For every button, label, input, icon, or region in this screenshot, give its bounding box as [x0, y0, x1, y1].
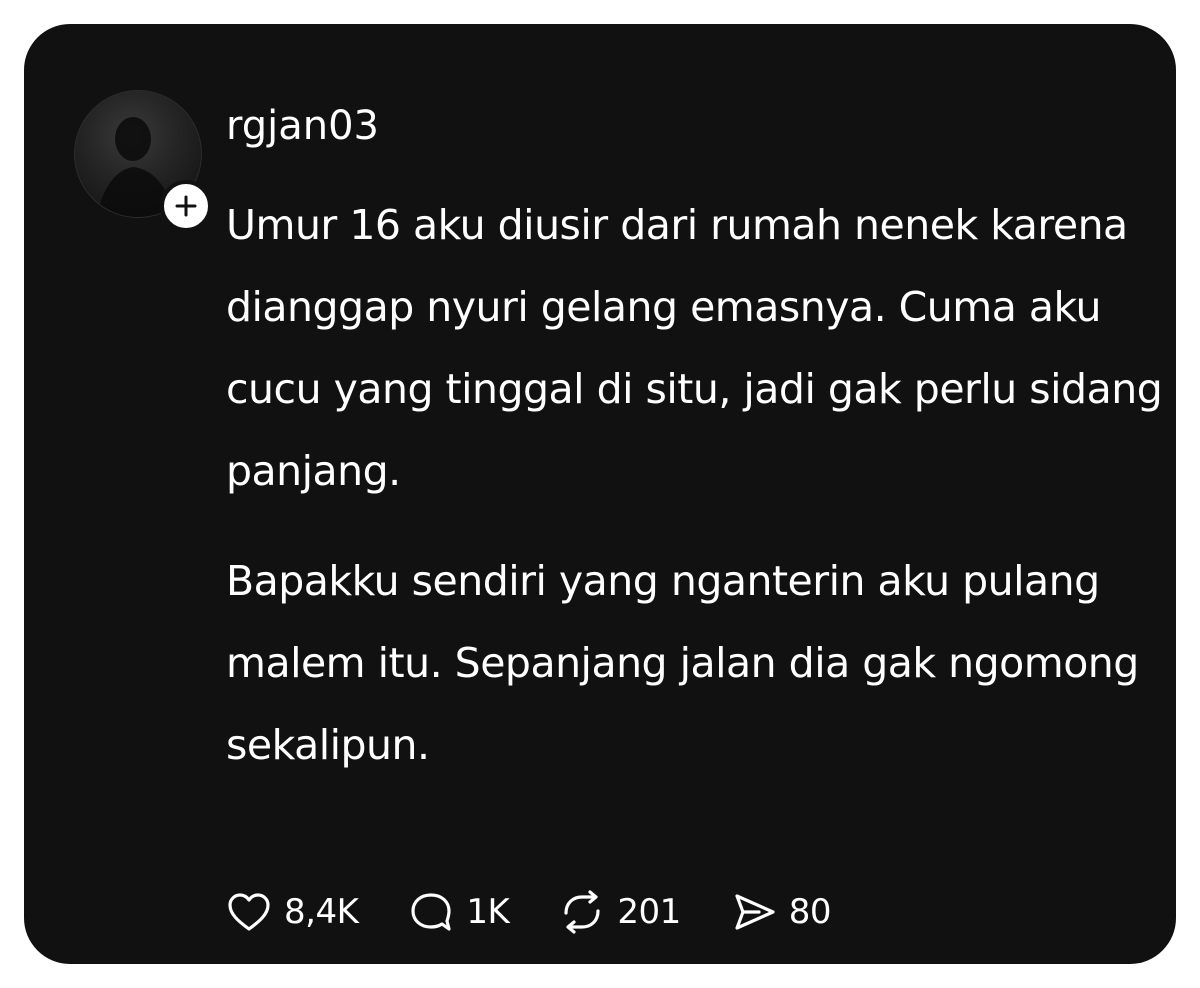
- like-button[interactable]: 8,4K: [224, 887, 359, 937]
- comment-count: 1K: [466, 892, 510, 932]
- post-card: rgjan03 Umur 16 aku diusir dari rumah ne…: [24, 24, 1176, 964]
- like-count: 8,4K: [284, 892, 359, 932]
- follow-button[interactable]: [160, 180, 212, 232]
- comment-bubble-icon: [411, 893, 451, 931]
- username[interactable]: rgjan03: [226, 102, 379, 150]
- repost-button[interactable]: 201: [557, 887, 681, 937]
- repost-icon: [564, 890, 600, 934]
- repost-count: 201: [617, 892, 681, 932]
- heart-icon: [228, 893, 270, 931]
- post-text: Umur 16 aku diusir dari rumah nenek kare…: [226, 184, 1176, 786]
- comment-button[interactable]: 1K: [406, 887, 510, 937]
- send-icon: [735, 894, 775, 930]
- action-bar: 8,4K 1K 201 80: [224, 886, 879, 938]
- post-paragraph-2: Bapakku sendiri yang nganterin aku pulan…: [226, 557, 1139, 769]
- post-paragraph-1: Umur 16 aku diusir dari rumah nenek kare…: [226, 201, 1163, 495]
- share-count: 80: [788, 892, 832, 932]
- plus-icon: [175, 195, 197, 217]
- share-button[interactable]: 80: [729, 887, 831, 937]
